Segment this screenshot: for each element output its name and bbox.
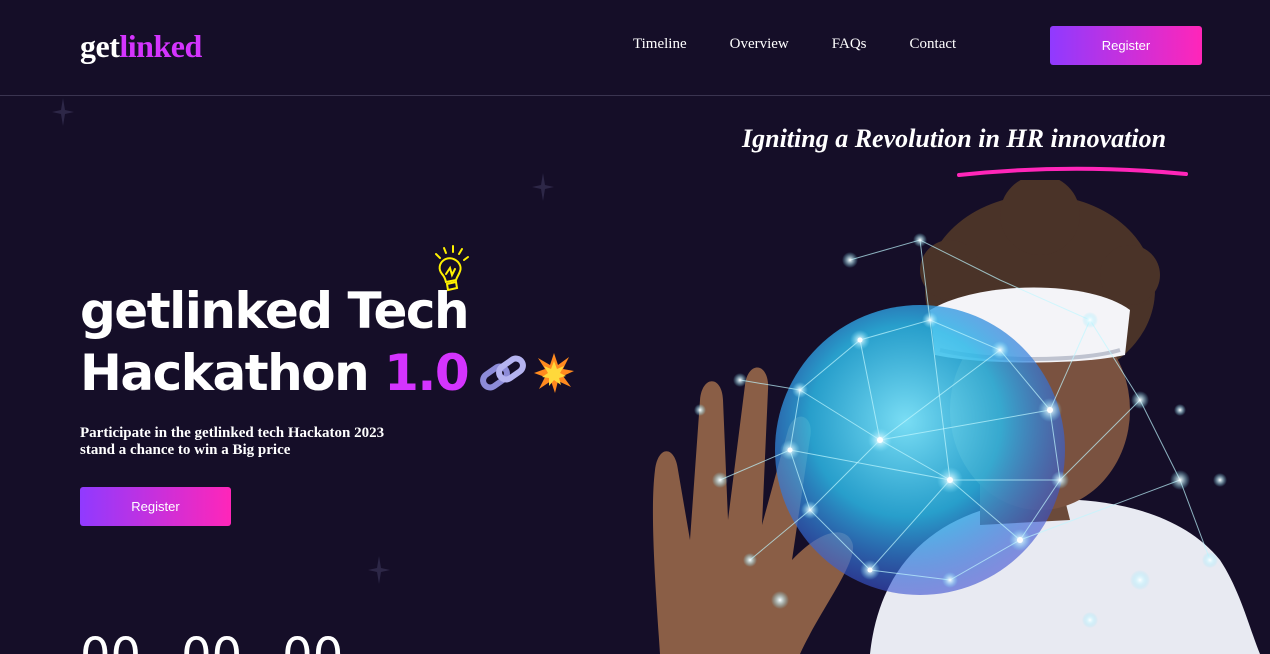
nav-faqs[interactable]: FAQs — [832, 36, 867, 53]
nav-contact[interactable]: Contact — [910, 36, 957, 53]
countdown-hours: 00 — [80, 632, 141, 654]
countdown-minutes: 00 — [181, 632, 242, 654]
hero-title: getlinked Tech Hackathon 1.0 — [80, 280, 470, 404]
hero-vr-image — [652, 180, 1260, 654]
countdown-seconds: 00 — [282, 632, 343, 654]
sparkle-icon — [368, 556, 390, 584]
tagline-underline — [957, 166, 1188, 177]
countdown-timer: 00 00 00 — [80, 632, 343, 654]
hero-title-line2: Hackathon 1.0 — [80, 342, 470, 404]
nav-timeline[interactable]: Timeline — [633, 36, 687, 53]
main-nav: Timeline Overview FAQs Contact — [633, 36, 999, 53]
hero-register-button[interactable]: Register — [80, 487, 231, 526]
sparkle-icon — [532, 173, 554, 201]
header-register-button[interactable]: Register — [1050, 26, 1202, 65]
hero-title-line1: getlinked Tech — [80, 282, 470, 340]
hero-tagline: Igniting a Revolution in HR innovation — [742, 124, 1167, 153]
collision-icon — [534, 353, 574, 393]
logo-prefix: get — [80, 28, 120, 64]
site-header: getlinked Timeline Overview FAQs Contact… — [0, 0, 1270, 96]
logo-accent: linked — [119, 28, 202, 64]
hero-description: Participate in the getlinked tech Hackat… — [80, 425, 385, 458]
sparkle-icon — [52, 98, 74, 126]
hero-title-version: 1.0 — [384, 344, 470, 402]
hero-title-hackathon: Hackathon — [80, 344, 370, 402]
chain-icon — [480, 355, 526, 391]
nav-overview[interactable]: Overview — [730, 36, 789, 53]
logo[interactable]: getlinked — [80, 28, 202, 65]
